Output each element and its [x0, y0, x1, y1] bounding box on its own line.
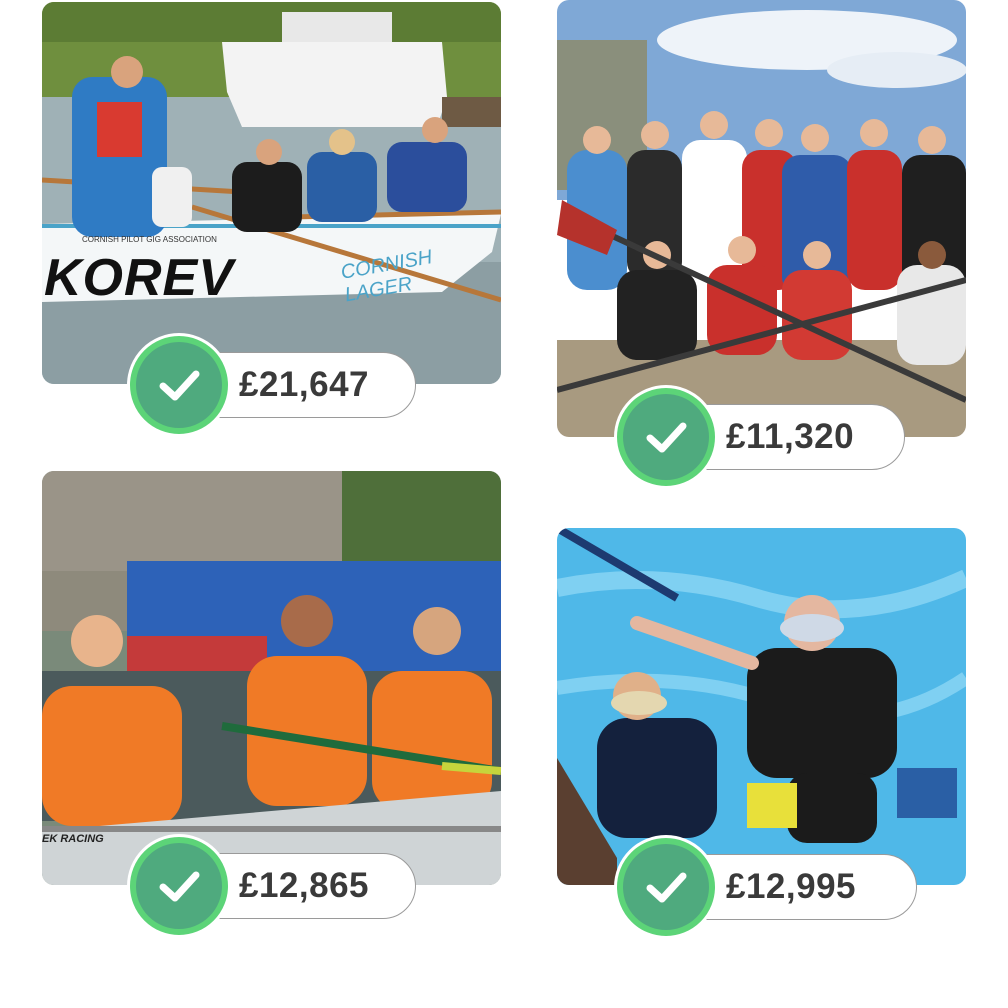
boat-association-text: CORNISH PILOT GIG ASSOCIATION [82, 235, 217, 244]
amount-raised: £11,320 [726, 417, 855, 456]
checkmark-icon [617, 838, 715, 936]
fundraiser-card-1[interactable]: KOREV CORNISH LAGER CORNISH PILOT GIG AS… [42, 2, 501, 434]
fundraiser-card-2[interactable]: £11,320 [557, 0, 966, 486]
amount-badge: £11,320 [617, 388, 917, 486]
checkmark-icon [617, 388, 715, 486]
boat-racing-text: EK RACING [42, 833, 104, 845]
checkmark-icon [130, 336, 228, 434]
fundraiser-card-3[interactable]: EK RACING £12,865 [42, 471, 501, 935]
amount-badge: £12,995 [617, 838, 927, 936]
amount-badge: £12,865 [130, 837, 420, 935]
amount-raised: £12,995 [726, 867, 857, 906]
scuba-diving-pool-photo [557, 528, 966, 885]
womens-rowing-crew-photo: EK RACING [42, 471, 501, 885]
amount-raised: £21,647 [239, 365, 370, 404]
fundraiser-card-4[interactable]: £12,995 [557, 528, 966, 936]
rowing-gig-photo: KOREV CORNISH LAGER CORNISH PILOT GIG AS… [42, 2, 501, 384]
amount-badge: £21,647 [130, 336, 420, 434]
amount-raised: £12,865 [239, 866, 370, 905]
boat-name-text: KOREV [44, 249, 234, 307]
checkmark-icon [130, 837, 228, 935]
rowing-club-group-photo [557, 0, 966, 437]
